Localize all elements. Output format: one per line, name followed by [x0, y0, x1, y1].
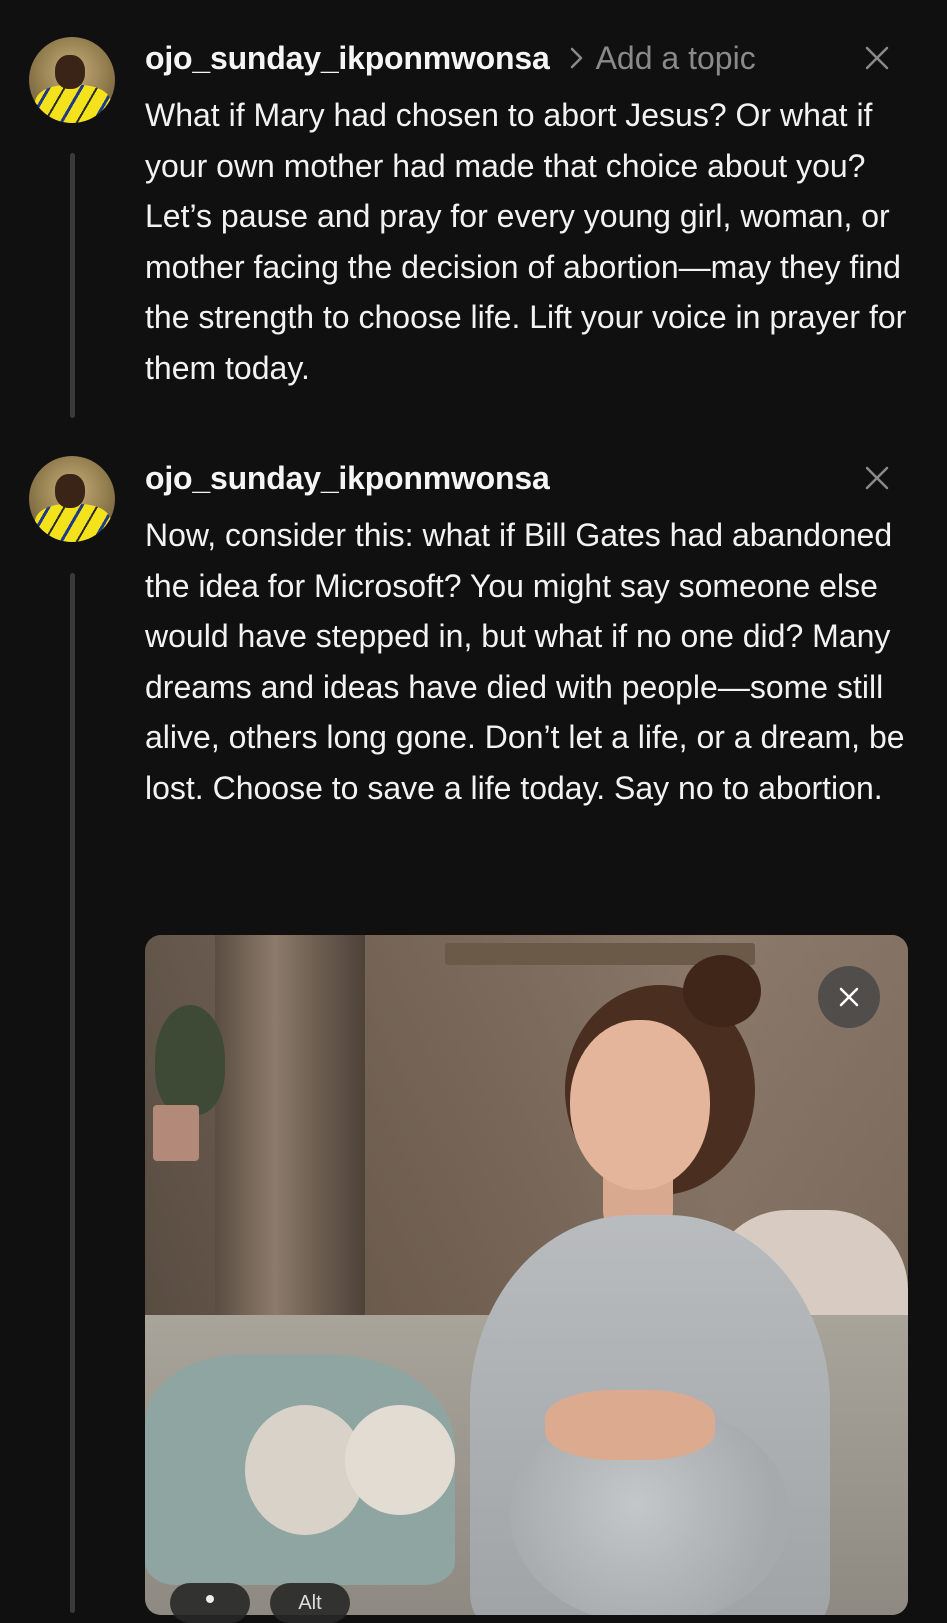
thread-connector-line	[70, 573, 75, 1613]
add-topic-button[interactable]: Add a topic	[596, 40, 756, 77]
post-body-text[interactable]: Now, consider this: what if Bill Gates h…	[145, 510, 915, 813]
avatar[interactable]	[29, 37, 115, 123]
remove-post-close-icon[interactable]	[863, 464, 891, 492]
post-header: ojo_sunday_ikponmwonsa	[145, 458, 550, 498]
alt-text-button[interactable]: Alt	[270, 1583, 350, 1623]
close-icon	[818, 966, 880, 1028]
username[interactable]: ojo_sunday_ikponmwonsa	[145, 460, 550, 497]
person-tag-icon	[206, 1595, 214, 1603]
post-header: ojo_sunday_ikponmwonsa Add a topic	[145, 38, 756, 78]
thread-connector-line	[70, 153, 75, 418]
alt-text-label: Alt	[298, 1591, 322, 1614]
chevron-right-icon	[566, 45, 592, 71]
remove-image-button[interactable]	[818, 966, 880, 1028]
post-body-text[interactable]: What if Mary had chosen to abort Jesus? …	[145, 90, 915, 393]
username[interactable]: ojo_sunday_ikponmwonsa	[145, 40, 550, 77]
tag-people-button[interactable]	[170, 1583, 250, 1623]
attached-image[interactable]	[145, 935, 908, 1615]
remove-post-close-icon[interactable]	[863, 44, 891, 72]
avatar[interactable]	[29, 456, 115, 542]
